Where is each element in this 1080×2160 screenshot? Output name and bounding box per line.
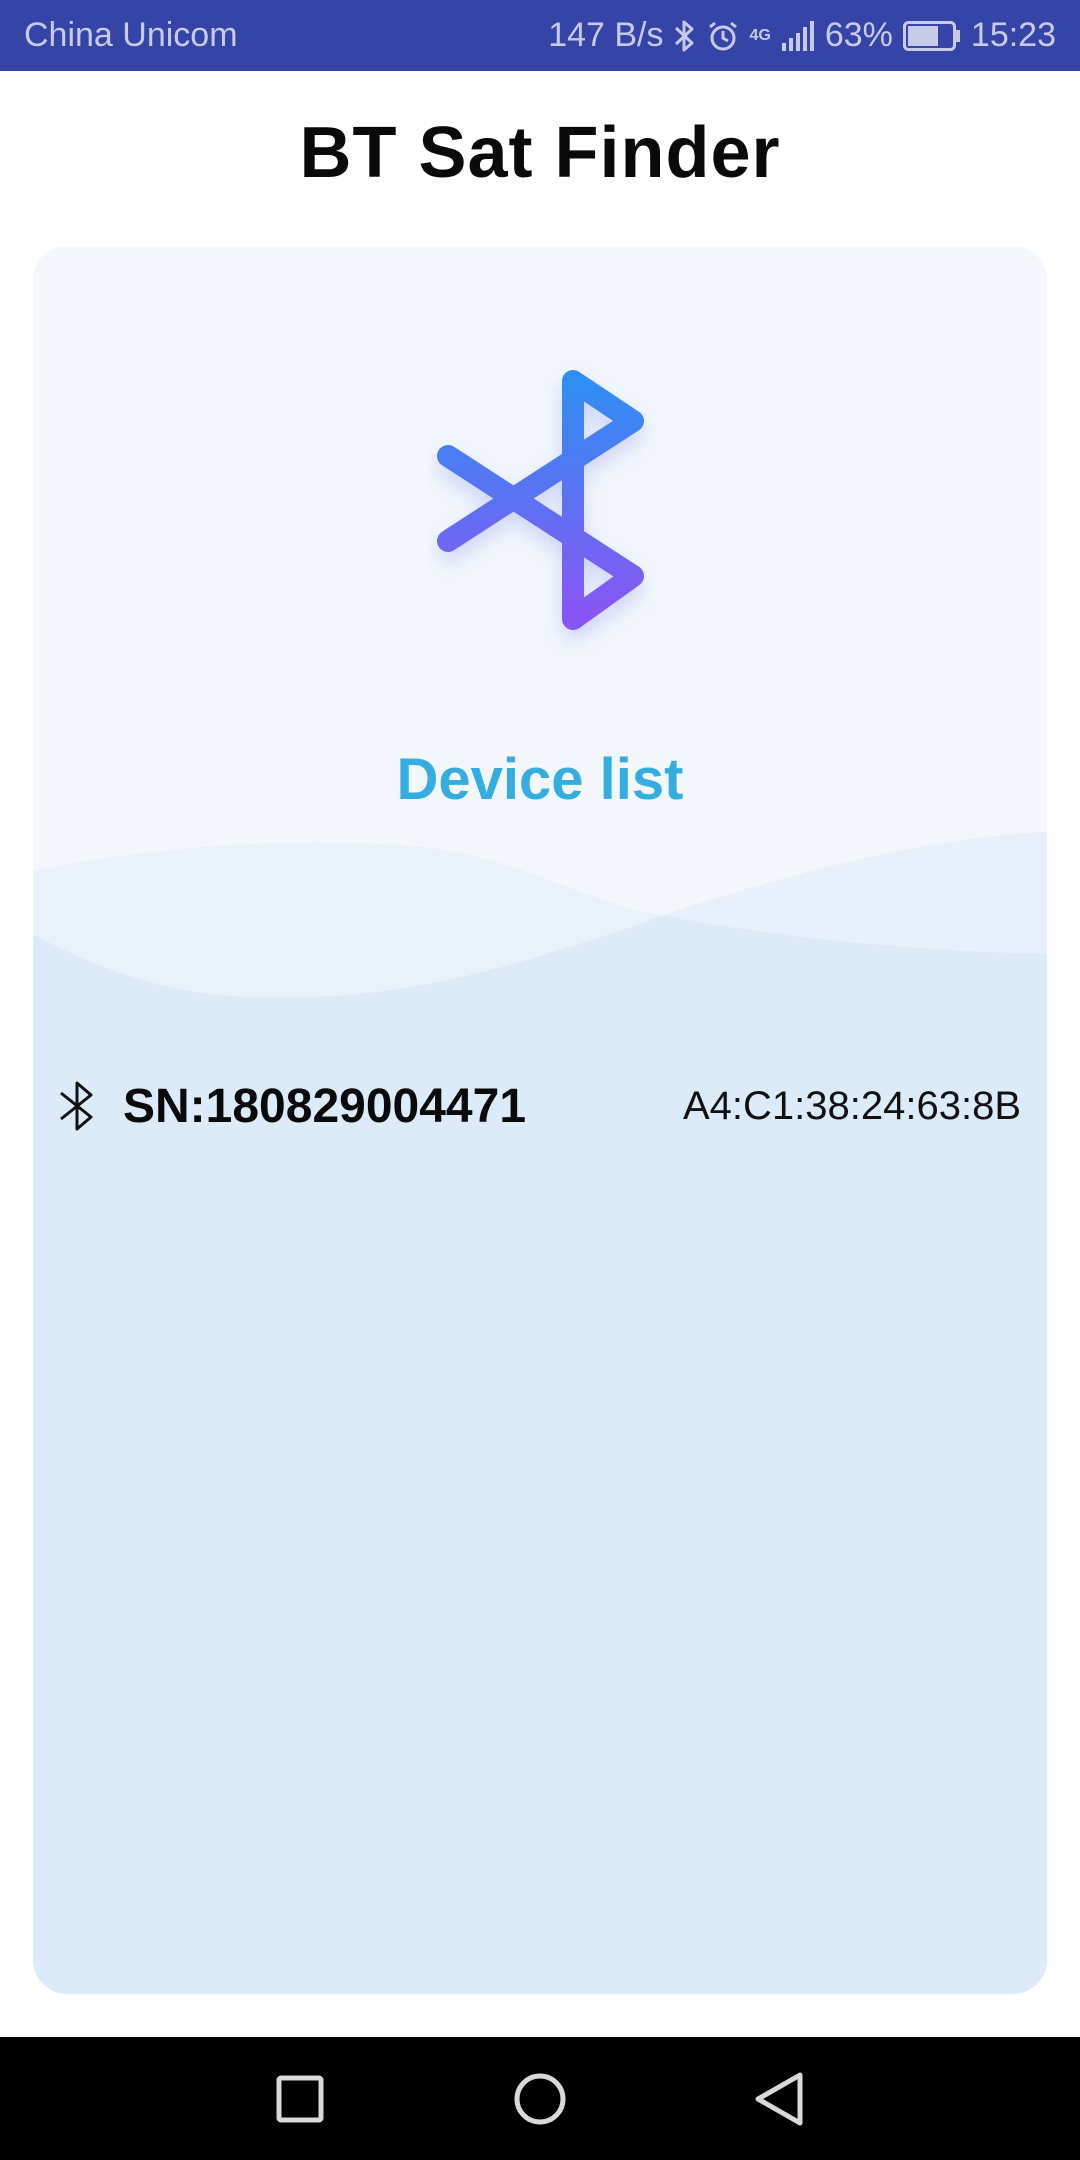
battery-icon — [902, 20, 961, 51]
status-bar: China Unicom 147 B/s 4G 63% 15:23 — [0, 0, 1080, 71]
circle-icon — [514, 2073, 566, 2125]
net-speed-label: 147 B/s — [548, 16, 664, 54]
device-name: SN:180829004471 — [123, 1079, 527, 1133]
screen: China Unicom 147 B/s 4G 63% 15:23 BT Sat… — [0, 0, 1080, 2160]
device-list-item[interactable]: SN:180829004471 A4:C1:38:24:63:8B — [33, 1046, 1047, 1166]
square-icon — [276, 2075, 324, 2123]
device-mac-address: A4:C1:38:24:63:8B — [682, 1083, 1021, 1128]
home-button[interactable] — [508, 2067, 572, 2131]
clock-label: 15:23 — [970, 16, 1056, 54]
battery-percent-label: 63% — [824, 16, 893, 54]
app-title: BT Sat Finder — [299, 113, 781, 193]
recents-button[interactable] — [268, 2067, 332, 2131]
bluetooth-icon — [674, 19, 696, 53]
device-list-heading: Device list — [396, 747, 684, 812]
back-triangle-icon — [755, 2072, 803, 2126]
bluetooth-icon — [60, 1081, 93, 1131]
network-type-label: 4G — [749, 26, 771, 44]
navigation-bar — [0, 2037, 1080, 2160]
carrier-label: China Unicom — [24, 16, 238, 54]
signal-icon — [781, 20, 815, 51]
alarm-icon — [706, 19, 740, 53]
status-icons: 147 B/s 4G 63% 15:23 — [548, 16, 1056, 55]
network-type-text: 4G — [749, 26, 771, 44]
back-button[interactable] — [748, 2067, 812, 2131]
device-card: Device list SN:180829004471 A4:C1:38:24:… — [33, 246, 1047, 1994]
bluetooth-logo-icon — [437, 370, 644, 630]
